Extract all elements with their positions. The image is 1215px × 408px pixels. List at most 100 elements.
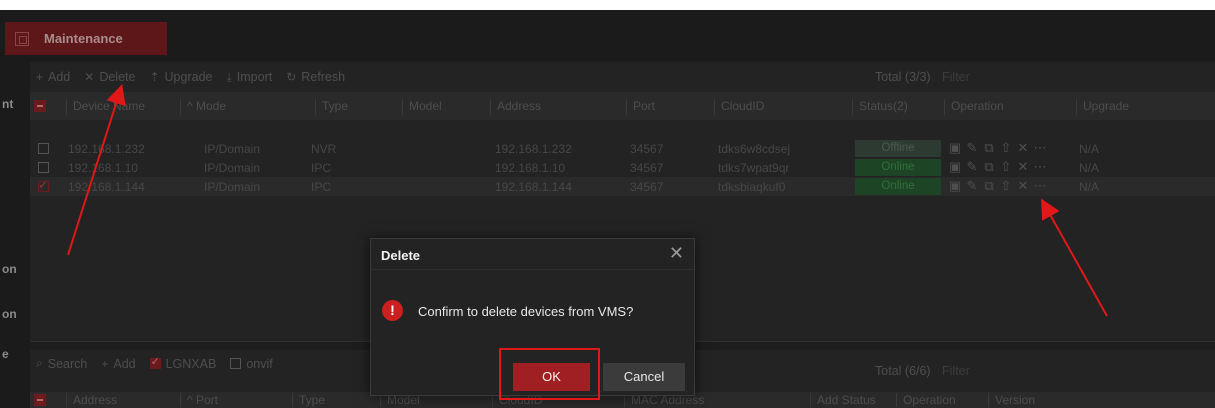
device-cloud-id: tdksbiaqkuf0 xyxy=(718,180,786,194)
row-checkbox[interactable] xyxy=(38,143,49,154)
refresh-button[interactable]: ↻ Refresh xyxy=(286,70,345,84)
col-type[interactable]: Type xyxy=(315,99,400,115)
status-badge: Online xyxy=(855,178,941,195)
config-icon[interactable]: ⧉ xyxy=(982,178,996,194)
import-label: Import xyxy=(236,70,273,84)
table-row[interactable]: 192.168.1.10 IP/Domain IPC 192.168.1.10 … xyxy=(30,158,1215,177)
add-found-button[interactable]: + Add xyxy=(101,357,135,371)
col-address[interactable]: Address xyxy=(66,393,176,407)
col-model[interactable]: Model xyxy=(402,99,487,115)
row-checkbox[interactable] xyxy=(38,162,49,173)
lgnxab-label: LGNXAB xyxy=(165,356,217,371)
preview-icon[interactable]: ▣ xyxy=(948,159,962,175)
select-all-checkbox[interactable] xyxy=(34,394,46,406)
table-row[interactable]: 192.168.1.144 IP/Domain IPC 192.168.1.14… xyxy=(30,177,1215,196)
device-port: 34567 xyxy=(630,161,664,175)
status-badge: Offline xyxy=(855,140,941,157)
status-badge: Online xyxy=(855,159,941,176)
edit-icon[interactable]: ✎ xyxy=(965,159,979,175)
search-filter-input[interactable]: Filter xyxy=(942,364,970,378)
col-operation[interactable]: Operation xyxy=(896,393,986,407)
select-all-checkbox[interactable] xyxy=(34,100,46,112)
search-toolbar: ⌕ Search + Add LGNXAB onvif xyxy=(30,355,281,371)
upgrade-icon: ⇡ xyxy=(149,70,160,84)
device-upgrade: N/A xyxy=(1079,142,1100,156)
preview-icon[interactable]: ▣ xyxy=(948,178,962,194)
sort-icon: ^ xyxy=(187,393,196,407)
onvif-checkbox[interactable]: onvif xyxy=(230,356,273,371)
delete-icon[interactable]: ✕ xyxy=(1016,140,1030,156)
col-version[interactable]: Version xyxy=(988,393,1108,407)
col-address[interactable]: Address xyxy=(490,99,625,115)
operation-icons: ▣ ✎ ⧉ ⇧ ✕ ⋯ xyxy=(948,140,1047,156)
maintenance-icon xyxy=(15,31,29,46)
upgrade-icon[interactable]: ⇧ xyxy=(999,159,1013,175)
plus-icon: + xyxy=(101,356,109,371)
col-type[interactable]: Type xyxy=(292,393,377,407)
device-table-header: Device Name ^ Mode Type Model Address Po… xyxy=(30,92,1215,120)
table-row[interactable]: 192.168.1.232 IP/Domain NVR 192.168.1.23… xyxy=(30,139,1215,158)
col-device-name[interactable]: Device Name xyxy=(66,99,176,115)
device-name: 192.168.1.144 xyxy=(68,180,145,194)
refresh-label: Refresh xyxy=(301,70,346,84)
close-icon: ✕ xyxy=(84,70,95,84)
annotation-highlight-box xyxy=(499,348,600,400)
preview-icon[interactable]: ▣ xyxy=(948,140,962,156)
close-icon[interactable]: ✕ xyxy=(669,243,684,264)
import-button[interactable]: ⤓ Import xyxy=(226,70,272,85)
filter-input[interactable]: Filter xyxy=(942,70,970,84)
more-icon[interactable]: ⋯ xyxy=(1033,140,1047,156)
col-upgrade[interactable]: Upgrade xyxy=(1076,99,1206,115)
device-mode: IP/Domain xyxy=(204,161,261,175)
edit-icon[interactable]: ✎ xyxy=(965,140,979,156)
lgnxab-checkbox[interactable]: LGNXAB xyxy=(149,355,217,371)
device-name: 192.168.1.10 xyxy=(68,161,139,175)
device-upgrade: N/A xyxy=(1079,161,1100,175)
sidebar-text-fragment[interactable]: e xyxy=(2,347,9,361)
dialog-title: Delete xyxy=(381,248,421,263)
col-mode-label: Mode xyxy=(195,99,226,113)
row-checkbox[interactable] xyxy=(38,178,49,192)
add-found-label: Add xyxy=(113,356,136,371)
config-icon[interactable]: ⧉ xyxy=(982,159,996,175)
upgrade-button[interactable]: ⇡ Upgrade xyxy=(149,70,212,84)
refresh-icon: ↻ xyxy=(286,70,297,84)
delete-icon[interactable]: ✕ xyxy=(1016,159,1030,175)
search-label: Search xyxy=(47,356,88,371)
add-button[interactable]: + Add xyxy=(36,70,70,84)
col-cloud-id[interactable]: CloudID xyxy=(714,99,849,115)
delete-icon[interactable]: ✕ xyxy=(1016,178,1030,194)
device-port: 34567 xyxy=(630,142,664,156)
add-label: Add xyxy=(48,70,71,84)
more-icon[interactable]: ⋯ xyxy=(1033,159,1047,175)
col-add-status[interactable]: Add Status xyxy=(810,393,895,407)
device-port: 34567 xyxy=(630,180,664,194)
tab-label: Maintenance xyxy=(44,31,123,46)
plus-icon: + xyxy=(36,70,44,84)
sidebar-text-fragment[interactable]: nt xyxy=(2,97,13,111)
edit-icon[interactable]: ✎ xyxy=(965,178,979,194)
config-icon[interactable]: ⧉ xyxy=(982,140,996,156)
col-port[interactable]: Port xyxy=(626,99,711,115)
upgrade-icon[interactable]: ⇧ xyxy=(999,178,1013,194)
device-cloud-id: tdks6w8cdsej xyxy=(718,142,791,156)
device-total: Total (3/3) xyxy=(875,70,931,84)
col-operation[interactable]: Operation xyxy=(944,99,1074,115)
sidebar-text-fragment[interactable]: on xyxy=(2,307,17,321)
device-type: IPC xyxy=(311,161,332,175)
onvif-label: onvif xyxy=(246,356,273,371)
more-icon[interactable]: ⋯ xyxy=(1033,178,1047,194)
col-port[interactable]: ^ Port xyxy=(180,393,290,407)
device-upgrade: N/A xyxy=(1079,180,1100,194)
col-status[interactable]: Status(2) xyxy=(852,99,942,115)
delete-button[interactable]: ✕ Delete xyxy=(84,70,135,84)
col-mode[interactable]: ^ Mode xyxy=(180,99,310,115)
cancel-button[interactable]: Cancel xyxy=(603,363,685,391)
sidebar-text-fragment[interactable]: on xyxy=(2,262,17,276)
upgrade-icon[interactable]: ⇧ xyxy=(999,140,1013,156)
dialog-message: Confirm to delete devices from VMS? xyxy=(418,304,634,319)
search-button[interactable]: ⌕ Search xyxy=(36,356,87,371)
tab-maintenance[interactable]: Maintenance xyxy=(5,22,167,55)
upgrade-label: Upgrade xyxy=(164,70,213,84)
search-total: Total (6/6) xyxy=(875,364,931,378)
